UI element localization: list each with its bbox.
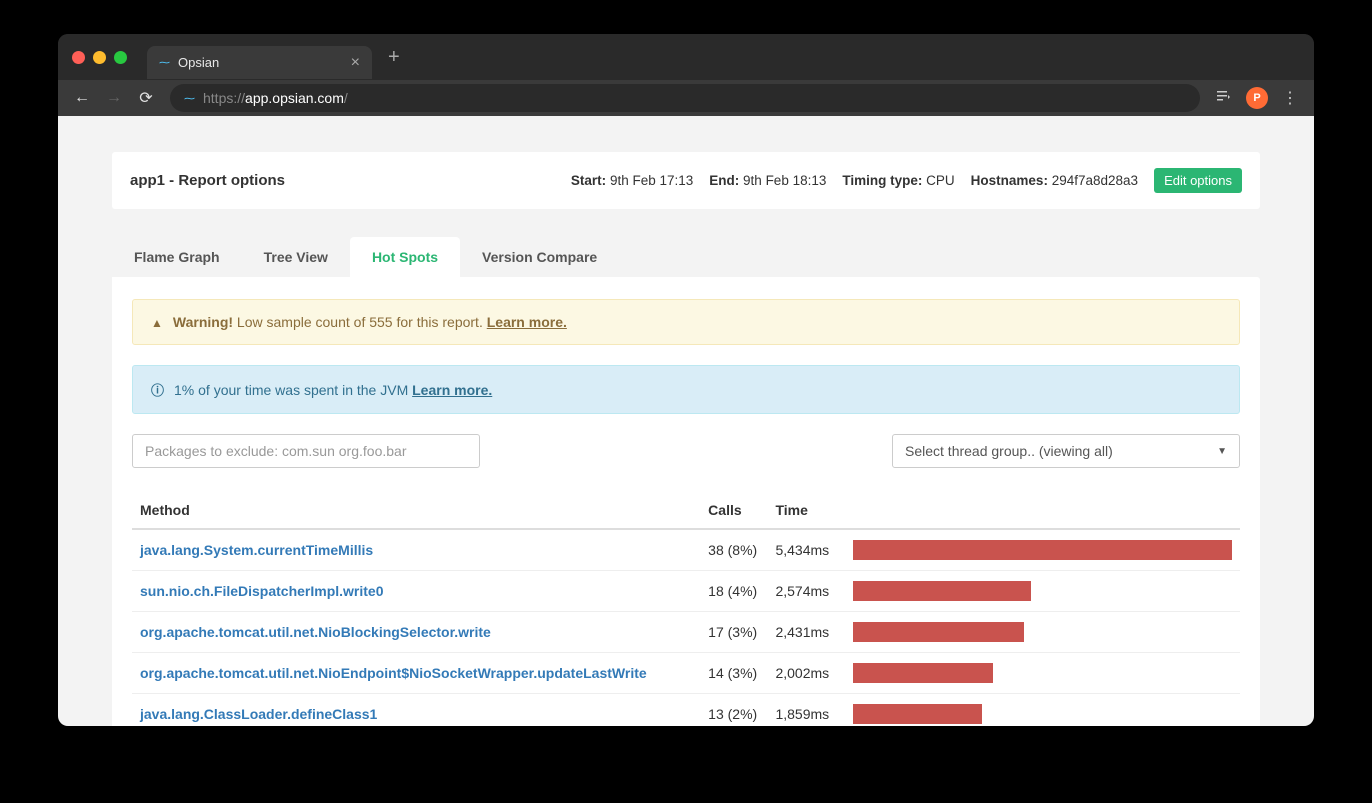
tab-tree-view[interactable]: Tree View [242, 237, 350, 277]
method-link[interactable]: sun.nio.ch.FileDispatcherImpl.write0 [140, 583, 384, 599]
thread-select-label: Select thread group.. (viewing all) [905, 443, 1113, 459]
url-text: https://app.opsian.com/ [203, 90, 348, 106]
warning-alert: Warning! Low sample count of 555 for thi… [132, 299, 1240, 345]
tab-flame-graph[interactable]: Flame Graph [112, 237, 242, 277]
calls-cell: 14 (3%) [700, 653, 767, 694]
edit-options-button[interactable]: Edit options [1154, 168, 1242, 193]
time-cell: 2,431ms [767, 612, 845, 653]
tab-bar: ⁓ Opsian × + [58, 34, 1314, 80]
info-learn-more-link[interactable]: Learn more. [412, 382, 492, 398]
time-bar [853, 540, 1232, 560]
page-content: app1 - Report options Start: 9th Feb 17:… [58, 116, 1314, 726]
time-cell: 2,574ms [767, 571, 845, 612]
customize-icon[interactable] [1216, 88, 1232, 109]
table-row: org.apache.tomcat.util.net.NioBlockingSe… [132, 612, 1240, 653]
calls-cell: 13 (2%) [700, 694, 767, 727]
back-button[interactable]: ← [74, 89, 90, 107]
time-cell: 2,002ms [767, 653, 845, 694]
warning-text: Warning! Low sample count of 555 for thi… [173, 314, 567, 330]
time-bar [853, 581, 1031, 601]
bar-cell [845, 612, 1240, 653]
table-row: org.apache.tomcat.util.net.NioEndpoint$N… [132, 653, 1240, 694]
header-time: Time [767, 492, 845, 529]
traffic-lights [72, 51, 127, 64]
toolbar-right: P ⋮ [1216, 87, 1298, 109]
tab-title: Opsian [178, 55, 343, 70]
tab-version-compare[interactable]: Version Compare [460, 237, 619, 277]
browser-tab[interactable]: ⁓ Opsian × [147, 46, 372, 79]
bar-cell [845, 529, 1240, 571]
info-alert: 1% of your time was spent in the JVM Lea… [132, 365, 1240, 414]
header-bar [845, 492, 1240, 529]
main-panel: Warning! Low sample count of 555 for thi… [112, 277, 1260, 726]
thread-group-select[interactable]: Select thread group.. (viewing all) ▼ [892, 434, 1240, 468]
window-close-button[interactable] [72, 51, 85, 64]
bar-cell [845, 571, 1240, 612]
report-title: app1 - Report options [130, 172, 285, 189]
report-header: app1 - Report options Start: 9th Feb 17:… [112, 152, 1260, 209]
time-bar [853, 622, 1023, 642]
packages-exclude-input[interactable] [132, 434, 480, 468]
time-cell: 5,434ms [767, 529, 845, 571]
info-text: 1% of your time was spent in the JVM Lea… [174, 382, 492, 398]
close-tab-icon[interactable]: × [351, 54, 360, 72]
time-bar [853, 663, 993, 683]
menu-icon[interactable]: ⋮ [1282, 88, 1298, 108]
method-link[interactable]: org.apache.tomcat.util.net.NioEndpoint$N… [140, 665, 647, 681]
address-bar[interactable]: ⁓ https://app.opsian.com/ [170, 84, 1200, 112]
time-cell: 1,859ms [767, 694, 845, 727]
start-meta: Start: 9th Feb 17:13 [571, 173, 693, 188]
hotspots-table: Method Calls Time java.lang.System.curre… [132, 492, 1240, 726]
bar-cell [845, 653, 1240, 694]
warning-icon [151, 314, 163, 330]
header-calls: Calls [700, 492, 767, 529]
calls-cell: 18 (4%) [700, 571, 767, 612]
info-icon [151, 380, 164, 399]
window-minimize-button[interactable] [93, 51, 106, 64]
window-maximize-button[interactable] [114, 51, 127, 64]
hostnames-meta: Hostnames: 294f7a8d28a3 [971, 173, 1138, 188]
report-tabs: Flame GraphTree ViewHot SpotsVersion Com… [112, 237, 1260, 277]
bar-cell [845, 694, 1240, 727]
toolbar: ← → ⟳ ⁓ https://app.opsian.com/ P ⋮ [58, 80, 1314, 116]
method-link[interactable]: org.apache.tomcat.util.net.NioBlockingSe… [140, 624, 491, 640]
header-method: Method [132, 492, 700, 529]
table-row: java.lang.ClassLoader.defineClass1 13 (2%… [132, 694, 1240, 727]
calls-cell: 17 (3%) [700, 612, 767, 653]
method-link[interactable]: java.lang.ClassLoader.defineClass1 [140, 706, 377, 722]
tab-favicon-icon: ⁓ [159, 56, 170, 69]
time-bar [853, 704, 982, 724]
filter-row: Select thread group.. (viewing all) ▼ [132, 434, 1240, 468]
chevron-down-icon: ▼ [1217, 446, 1227, 457]
profile-avatar[interactable]: P [1246, 87, 1268, 109]
browser-window: ⁓ Opsian × + ← → ⟳ ⁓ https://app.opsian.… [58, 34, 1314, 726]
table-row: java.lang.System.currentTimeMillis 38 (8%… [132, 529, 1240, 571]
site-icon: ⁓ [184, 92, 195, 105]
table-row: sun.nio.ch.FileDispatcherImpl.write0 18 (… [132, 571, 1240, 612]
forward-button[interactable]: → [106, 89, 122, 107]
tab-hot-spots[interactable]: Hot Spots [350, 237, 460, 277]
calls-cell: 38 (8%) [700, 529, 767, 571]
reload-button[interactable]: ⟳ [138, 88, 154, 108]
end-meta: End: 9th Feb 18:13 [709, 173, 826, 188]
method-link[interactable]: java.lang.System.currentTimeMillis [140, 542, 373, 558]
warning-learn-more-link[interactable]: Learn more. [487, 314, 567, 330]
new-tab-button[interactable]: + [388, 46, 400, 69]
timing-meta: Timing type: CPU [842, 173, 954, 188]
